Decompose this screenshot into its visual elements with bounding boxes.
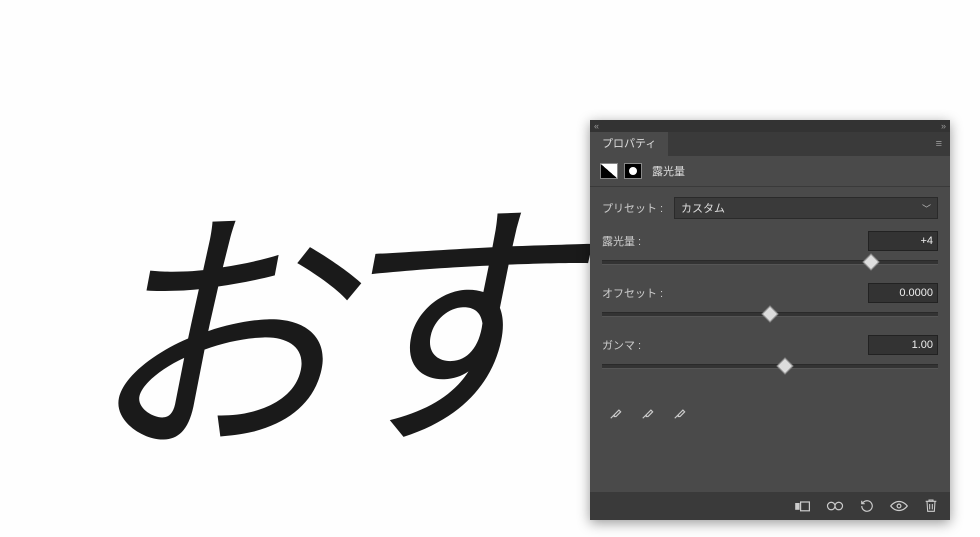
visibility-eye-icon[interactable] xyxy=(890,497,908,515)
panel-footer xyxy=(590,492,950,520)
eyedropper-gray-icon[interactable] xyxy=(640,405,656,421)
offset-thumb[interactable] xyxy=(762,306,779,323)
chevron-down-icon: ﹀ xyxy=(922,202,931,215)
gamma-row: ガンマ : 1.00 xyxy=(602,335,938,355)
curves-icon[interactable] xyxy=(600,163,618,179)
exposure-thumb[interactable] xyxy=(862,254,879,271)
collapse-left-icon[interactable]: « xyxy=(594,121,599,131)
collapse-right-icon[interactable]: » xyxy=(941,121,946,131)
adjustment-body: プリセット : カスタム ﹀ 露光量 : +4 オフセット : 0.0000 ガ… xyxy=(590,187,950,449)
preset-value: カスタム xyxy=(681,200,725,216)
adjustment-header: 露光量 xyxy=(590,156,950,187)
offset-slider[interactable] xyxy=(602,307,938,321)
preset-label: プリセット : xyxy=(602,200,674,216)
clip-to-layer-icon[interactable] xyxy=(794,497,812,515)
panel-menu-icon[interactable]: ≡ xyxy=(928,138,950,150)
offset-value[interactable]: 0.0000 xyxy=(868,283,938,303)
slider-track xyxy=(602,260,938,265)
adjustment-title: 露光量 xyxy=(652,163,685,179)
gamma-thumb[interactable] xyxy=(777,358,794,375)
exposure-row: 露光量 : +4 xyxy=(602,231,938,251)
preset-row: プリセット : カスタム ﹀ xyxy=(602,197,938,219)
eyedropper-black-icon[interactable] xyxy=(608,405,624,421)
reset-icon[interactable] xyxy=(858,497,876,515)
view-previous-icon[interactable] xyxy=(826,497,844,515)
mask-icon[interactable] xyxy=(624,163,642,179)
offset-row: オフセット : 0.0000 xyxy=(602,283,938,303)
exposure-label: 露光量 : xyxy=(602,233,674,249)
trash-icon[interactable] xyxy=(922,497,940,515)
slider-track xyxy=(602,364,938,369)
gamma-value[interactable]: 1.00 xyxy=(868,335,938,355)
exposure-slider[interactable] xyxy=(602,255,938,269)
panel-grip-bar[interactable]: « » xyxy=(590,120,950,132)
gamma-slider[interactable] xyxy=(602,359,938,373)
eyedropper-white-icon[interactable] xyxy=(672,405,688,421)
tab-properties[interactable]: プロパティ xyxy=(590,132,668,156)
panel-tabbar: プロパティ ≡ xyxy=(590,132,950,156)
preset-select[interactable]: カスタム ﹀ xyxy=(674,197,938,219)
properties-panel: « » プロパティ ≡ 露光量 プリセット : カスタム ﹀ 露光量 : +4 … xyxy=(590,120,950,520)
exposure-value[interactable]: +4 xyxy=(868,231,938,251)
offset-label: オフセット : xyxy=(602,285,674,301)
eyedropper-group xyxy=(602,387,938,439)
gamma-label: ガンマ : xyxy=(602,337,674,353)
